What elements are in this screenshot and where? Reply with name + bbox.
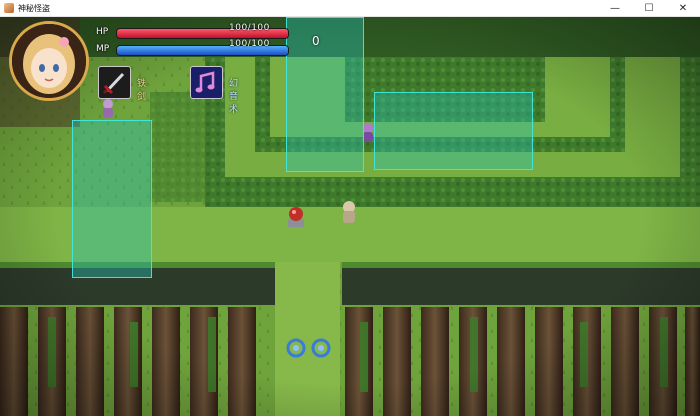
minimize-button[interactable]: — (598, 0, 632, 16)
hp-value: 100/100 (229, 23, 270, 33)
window-controls: — ☐ ✕ (598, 0, 700, 16)
trigger-zone (286, 17, 364, 172)
skill-name-music: 幻音术 (229, 79, 239, 115)
zone-counter: 0 (312, 34, 320, 48)
skill-slot-sword[interactable] (98, 66, 131, 99)
game-canvas[interactable]: 0 HP 100/100 MP 100/100 铁剑 幻音术 (0, 17, 700, 416)
skill-slot-music[interactable] (190, 66, 223, 99)
mp-label: MP (96, 44, 110, 54)
window-title: 神秘怪盗 (18, 3, 50, 13)
game-window: 神秘怪盗 — ☐ ✕ 0 HP 100/100 MP 100/100 铁剑 幻音… (0, 0, 700, 416)
close-button[interactable]: ✕ (666, 0, 700, 16)
skill-name-sword: 铁剑 (137, 79, 147, 102)
character-portrait (9, 21, 89, 101)
hp-label: HP (96, 27, 109, 37)
mp-value: 100/100 (229, 39, 270, 49)
app-icon (4, 3, 14, 13)
sword-icon (102, 72, 125, 95)
trigger-zone (72, 120, 152, 278)
music-note-icon (195, 71, 215, 93)
trigger-zone (374, 92, 533, 170)
title-bar[interactable]: 神秘怪盗 — ☐ ✕ (0, 0, 700, 17)
maximize-button[interactable]: ☐ (632, 0, 666, 16)
